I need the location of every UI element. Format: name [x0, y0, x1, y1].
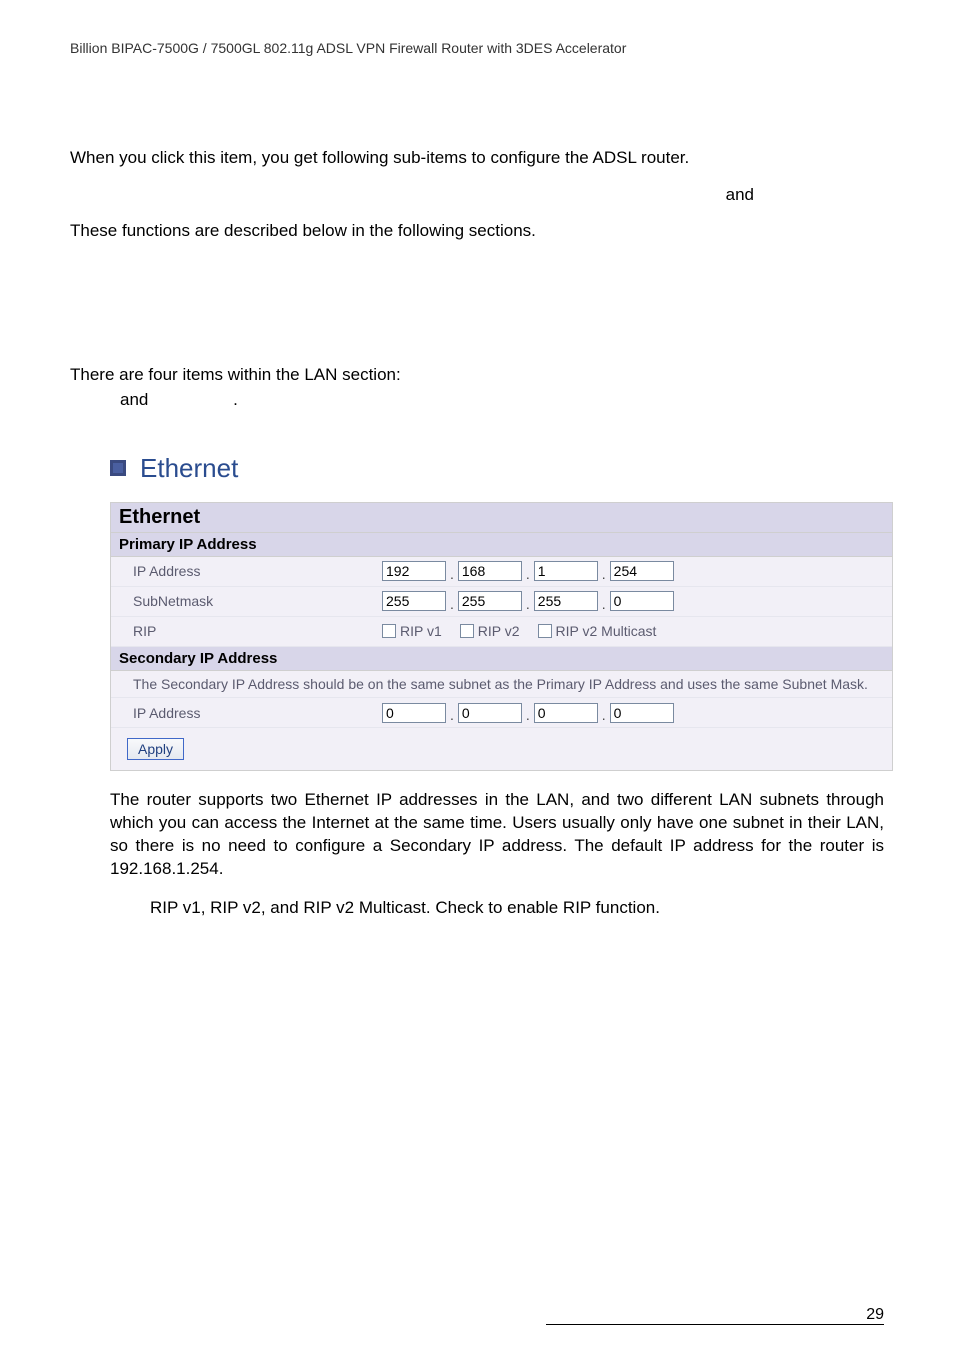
sip-octet-1[interactable]	[382, 703, 446, 723]
lan-items-and: and	[120, 390, 148, 409]
secondary-ip-inputs: . . .	[376, 699, 892, 726]
secondary-ip-header: Secondary IP Address	[111, 647, 892, 671]
checkbox-icon	[382, 624, 396, 638]
rip-v2-multicast-wrap[interactable]: RIP v2 Multicast	[538, 623, 657, 639]
ip-dot: .	[450, 596, 454, 612]
lan-items-line1: There are four items within the LAN sect…	[70, 365, 401, 384]
row-subnetmask: SubNetmask . . .	[111, 587, 892, 617]
apply-row: Apply	[111, 728, 892, 770]
row-secondary-ip: IP Address . . .	[111, 698, 892, 728]
row-rip: RIP RIP v1 RIP v2 RIP v2 Multicast	[111, 617, 892, 647]
apply-button[interactable]: Apply	[127, 738, 184, 760]
section-title: Ethernet	[140, 453, 238, 484]
ip-octet-4[interactable]	[610, 561, 674, 581]
mask-octet-1[interactable]	[382, 591, 446, 611]
label-secondary-ip: IP Address	[111, 701, 376, 725]
ip-dot: .	[602, 566, 606, 582]
section-heading-row: Ethernet	[110, 453, 884, 484]
mask-octet-4[interactable]	[610, 591, 674, 611]
ip-dot: .	[602, 596, 606, 612]
ip-dot: .	[450, 707, 454, 723]
row-ip-address: IP Address . . .	[111, 557, 892, 587]
lan-items-dot: .	[233, 390, 238, 409]
intro-line-2: These functions are described below in t…	[70, 219, 884, 244]
footer-page-number: 29	[546, 1306, 884, 1325]
rip-checkboxes: RIP v1 RIP v2 RIP v2 Multicast	[376, 620, 892, 642]
section-bullet-icon	[110, 460, 126, 476]
rip-v1-wrap[interactable]: RIP v1	[382, 623, 442, 639]
rip-v2-label: RIP v2	[478, 623, 520, 639]
ip-octet-2[interactable]	[458, 561, 522, 581]
mask-octet-3[interactable]	[534, 591, 598, 611]
rip-v1-label: RIP v1	[400, 623, 442, 639]
label-rip: RIP	[111, 619, 376, 643]
ip-dot: .	[526, 566, 530, 582]
ip-octet-3[interactable]	[534, 561, 598, 581]
description-para-1: The router supports two Ethernet IP addr…	[110, 789, 884, 881]
label-subnetmask: SubNetmask	[111, 589, 376, 613]
page-header: Billion BIPAC-7500G / 7500GL 802.11g ADS…	[70, 40, 884, 56]
mask-octet-2[interactable]	[458, 591, 522, 611]
description-para-2: RIP v1, RIP v2, and RIP v2 Multicast. Ch…	[150, 897, 884, 920]
primary-ip-header: Primary IP Address	[111, 533, 892, 557]
label-ip-address: IP Address	[111, 559, 376, 583]
ip-dot: .	[602, 707, 606, 723]
lan-items-paragraph: There are four items within the LAN sect…	[70, 363, 884, 412]
checkbox-icon	[538, 624, 552, 638]
intro-and: and	[70, 185, 884, 205]
subnetmask-inputs: . . .	[376, 588, 892, 615]
sip-octet-2[interactable]	[458, 703, 522, 723]
checkbox-icon	[460, 624, 474, 638]
sip-octet-4[interactable]	[610, 703, 674, 723]
rip-v2-wrap[interactable]: RIP v2	[460, 623, 520, 639]
intro-line-1: When you click this item, you get follow…	[70, 146, 884, 171]
ethernet-config-table: Ethernet Primary IP Address IP Address .…	[110, 502, 893, 772]
sip-octet-3[interactable]	[534, 703, 598, 723]
ip-dot: .	[526, 707, 530, 723]
ip-dot: .	[450, 566, 454, 582]
ip-octet-1[interactable]	[382, 561, 446, 581]
rip-v2-multicast-label: RIP v2 Multicast	[556, 623, 657, 639]
ip-address-inputs: . . .	[376, 558, 892, 585]
table-title: Ethernet	[111, 503, 892, 533]
secondary-ip-note: The Secondary IP Address should be on th…	[111, 671, 892, 699]
ip-dot: .	[526, 596, 530, 612]
